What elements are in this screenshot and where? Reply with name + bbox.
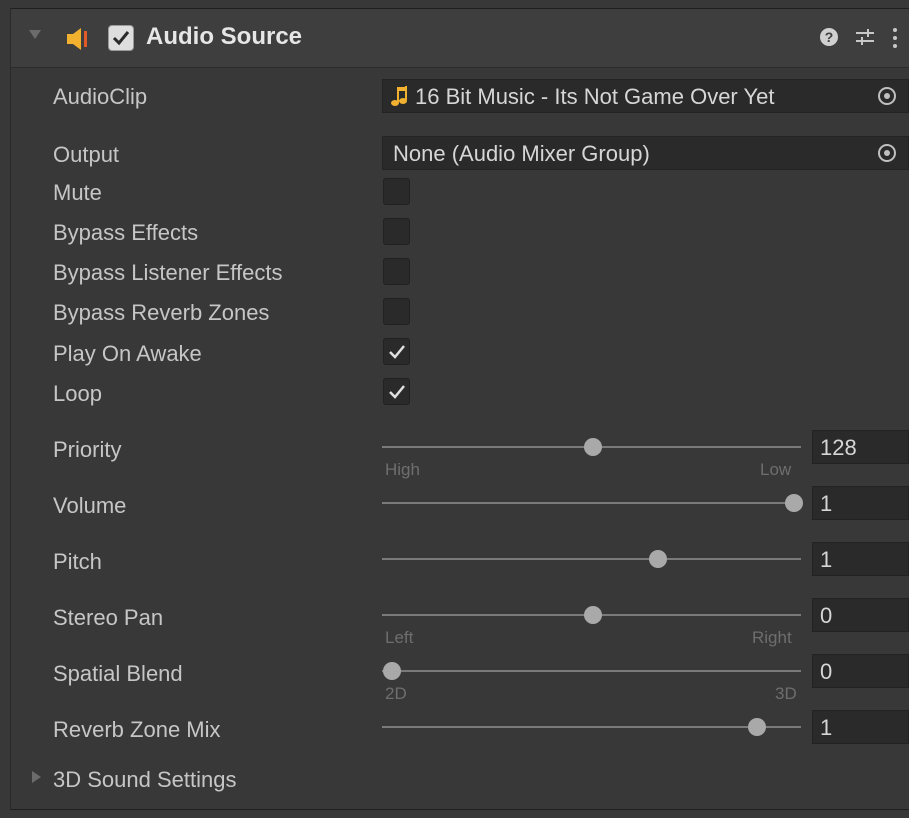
play-on-awake-label: Play On Awake xyxy=(53,341,202,366)
volume-slider-track[interactable] xyxy=(382,502,801,504)
music-note-icon xyxy=(391,86,407,106)
checkmark-icon xyxy=(389,345,405,359)
audio-source-inspector: Audio Source ? AudioClip 16 Bit Music - … xyxy=(0,0,909,818)
output-label: Output xyxy=(53,142,120,167)
speaker-icon xyxy=(67,28,87,50)
more-menu-icon[interactable] xyxy=(891,27,899,49)
reverb-zone-mix-label: Reverb Zone Mix xyxy=(53,717,221,742)
priority-value: 128 xyxy=(820,435,857,460)
component-enabled-checkbox[interactable] xyxy=(108,25,134,51)
left-border xyxy=(10,8,11,810)
reverb-zone-mix-value-field[interactable]: 1 xyxy=(812,710,909,744)
priority-value-field[interactable]: 128 xyxy=(812,430,909,464)
3d-sound-settings-foldout-icon[interactable] xyxy=(32,771,41,783)
audioclip-label: AudioClip xyxy=(53,84,148,109)
component-title: Audio Source xyxy=(146,23,303,50)
loop-checkbox[interactable] xyxy=(383,378,410,405)
pitch-slider-thumb[interactable] xyxy=(649,550,667,568)
stereo-pan-label: Stereo Pan xyxy=(53,605,164,630)
svg-text:?: ? xyxy=(825,29,834,45)
output-picker-icon[interactable] xyxy=(878,144,896,162)
bypass-effects-checkbox[interactable] xyxy=(383,218,410,245)
priority-label: Priority xyxy=(53,437,122,462)
spatial-blend-2d-caption: 2D xyxy=(385,684,407,703)
volume-slider-thumb[interactable] xyxy=(785,494,803,512)
play-on-awake-checkbox[interactable] xyxy=(383,338,410,365)
priority-slider-thumb[interactable] xyxy=(584,438,602,456)
pitch-label: Pitch xyxy=(53,549,102,574)
spatial-blend-slider-track[interactable] xyxy=(382,670,801,672)
pitch-slider-track[interactable] xyxy=(382,558,801,560)
volume-value-field[interactable]: 1 xyxy=(812,486,909,520)
loop-label: Loop xyxy=(53,381,102,406)
component-header[interactable]: Audio Source ? xyxy=(11,9,909,68)
audioclip-field[interactable]: 16 Bit Music - Its Not Game Over Yet xyxy=(382,79,909,113)
stereo-pan-value-field[interactable]: 0 xyxy=(812,598,909,632)
mute-label: Mute xyxy=(53,180,102,205)
bypass-reverb-zones-checkbox[interactable] xyxy=(383,298,410,325)
stereo-pan-slider-thumb[interactable] xyxy=(584,606,602,624)
reverb-zone-mix-slider-thumb[interactable] xyxy=(748,718,766,736)
volume-label: Volume xyxy=(53,493,127,518)
audioclip-picker-icon[interactable] xyxy=(878,87,896,105)
foldout-arrow-icon[interactable] xyxy=(29,30,41,39)
priority-high-caption: High xyxy=(385,460,420,479)
3d-sound-settings-foldout[interactable]: 3D Sound Settings xyxy=(53,767,236,793)
pitch-value: 1 xyxy=(820,547,833,572)
audioclip-value: 16 Bit Music - Its Not Game Over Yet xyxy=(415,84,775,109)
bottom-border xyxy=(10,809,909,810)
mute-checkbox[interactable] xyxy=(383,178,410,205)
spatial-blend-value: 0 xyxy=(820,659,833,684)
spatial-blend-3d-caption: 3D xyxy=(775,684,797,703)
checkmark-icon xyxy=(389,385,405,399)
bypass-reverb-zones-label: Bypass Reverb Zones xyxy=(53,300,270,325)
bypass-effects-label: Bypass Effects xyxy=(53,220,199,245)
bypass-listener-effects-label: Bypass Listener Effects xyxy=(53,260,283,285)
spatial-blend-label: Spatial Blend xyxy=(53,661,183,686)
volume-value: 1 xyxy=(820,491,833,516)
output-field[interactable]: None (Audio Mixer Group) xyxy=(382,136,909,170)
stereo-pan-right-caption: Right xyxy=(752,628,792,647)
reverb-zone-mix-value: 1 xyxy=(820,715,833,740)
spatial-blend-slider-thumb[interactable] xyxy=(383,662,401,680)
preset-icon[interactable] xyxy=(854,27,876,47)
reverb-zone-mix-slider-track[interactable] xyxy=(382,726,801,728)
bypass-listener-effects-checkbox[interactable] xyxy=(383,258,410,285)
pitch-value-field[interactable]: 1 xyxy=(812,542,909,576)
output-value: None (Audio Mixer Group) xyxy=(393,141,650,166)
spatial-blend-value-field[interactable]: 0 xyxy=(812,654,909,688)
help-icon[interactable]: ? xyxy=(819,27,839,47)
stereo-pan-value: 0 xyxy=(820,603,833,628)
stereo-pan-left-caption: Left xyxy=(385,628,414,647)
priority-low-caption: Low xyxy=(760,460,792,479)
